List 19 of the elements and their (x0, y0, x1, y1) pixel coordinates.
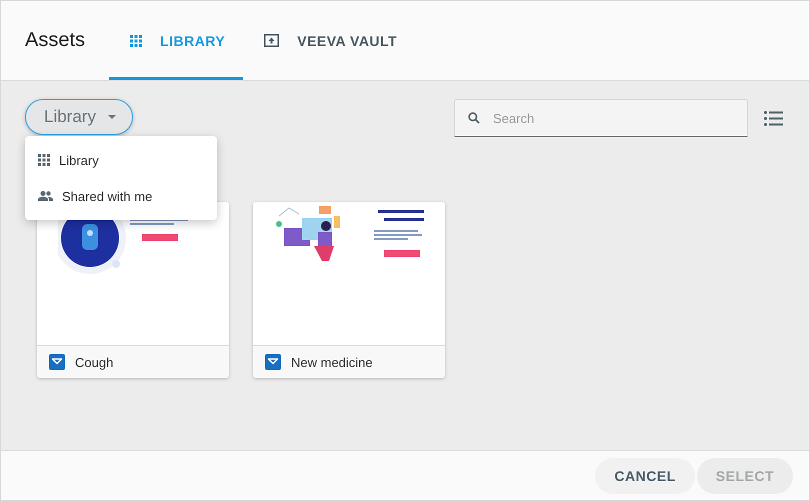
search-icon (468, 112, 480, 124)
email-icon (265, 354, 281, 370)
tab[interactable]: VEEVA VAULT (243, 4, 416, 80)
caret-icon (108, 115, 116, 119)
search-field[interactable]: Search (454, 99, 748, 137)
page-title: Assets (25, 29, 86, 52)
grid-icon (130, 34, 142, 46)
upload-icon (264, 34, 280, 47)
grid-icon (38, 154, 50, 166)
asset-card[interactable]: New medicine (253, 202, 445, 378)
asset-name: Cough (75, 354, 114, 370)
asset-card[interactable]: Cough (37, 202, 229, 378)
asset-name: New medicine (291, 354, 373, 370)
list-view-icon[interactable] (764, 110, 783, 126)
menu-item[interactable]: Library (25, 142, 217, 178)
email-icon (49, 354, 65, 370)
library-dropdown[interactable]: Library (25, 99, 133, 135)
footer-button[interactable]: CANCEL (595, 458, 695, 494)
people-icon (38, 191, 53, 201)
